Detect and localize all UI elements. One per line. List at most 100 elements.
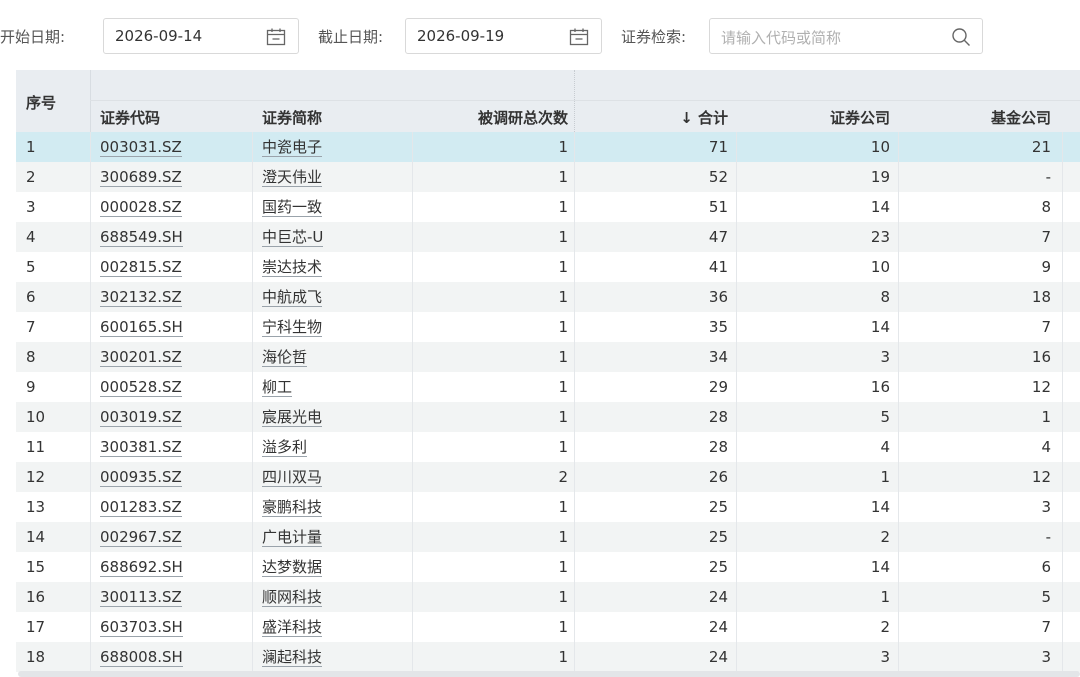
security-name-link[interactable]: 柳工 xyxy=(262,378,293,397)
cell-code[interactable]: 688692.SH xyxy=(100,552,250,582)
table-row[interactable]: 18 688008.SH 澜起科技 1 24 3 3 xyxy=(16,642,1080,672)
cell-name[interactable]: 顺网科技 xyxy=(262,582,402,612)
cell-code[interactable]: 002815.SZ xyxy=(100,252,250,282)
security-code-link[interactable]: 688692.SH xyxy=(100,558,183,577)
cell-name[interactable]: 豪鹏科技 xyxy=(262,492,402,522)
security-code-link[interactable]: 300201.SZ xyxy=(100,348,182,367)
table-row[interactable]: 13 001283.SZ 豪鹏科技 1 25 14 3 xyxy=(16,492,1080,522)
start-date-input[interactable]: 2026-09-14 xyxy=(103,18,299,54)
security-code-link[interactable]: 300381.SZ xyxy=(100,438,182,457)
cell-name[interactable]: 崇达技术 xyxy=(262,252,402,282)
cell-name[interactable]: 盛洋科技 xyxy=(262,612,402,642)
cell-name[interactable]: 柳工 xyxy=(262,372,402,402)
security-code-link[interactable]: 002967.SZ xyxy=(100,528,182,547)
cell-code[interactable]: 300381.SZ xyxy=(100,432,250,462)
cell-name[interactable]: 宸展光电 xyxy=(262,402,402,432)
header-code[interactable]: 证券代码 xyxy=(100,107,160,128)
header-broker[interactable]: 证券公司 xyxy=(736,107,890,128)
table-row[interactable]: 1 003031.SZ 中瓷电子 1 71 10 21 xyxy=(16,132,1080,162)
security-name-link[interactable]: 中瓷电子 xyxy=(262,138,323,157)
security-name-link[interactable]: 宁科生物 xyxy=(262,318,323,337)
cell-code[interactable]: 000935.SZ xyxy=(100,462,250,492)
security-code-link[interactable]: 603703.SH xyxy=(100,618,183,637)
table-row[interactable]: 8 300201.SZ 海伦哲 1 34 3 16 xyxy=(16,342,1080,372)
table-row[interactable]: 4 688549.SH 中巨芯-U 1 47 23 7 xyxy=(16,222,1080,252)
table-row[interactable]: 17 603703.SH 盛洋科技 1 24 2 7 xyxy=(16,612,1080,642)
calendar-icon[interactable] xyxy=(265,26,287,48)
security-code-link[interactable]: 003019.SZ xyxy=(100,408,182,427)
cell-code[interactable]: 688008.SH xyxy=(100,642,250,672)
cell-name[interactable]: 四川双马 xyxy=(262,462,402,492)
security-code-link[interactable]: 302132.SZ xyxy=(100,288,182,307)
security-name-link[interactable]: 广电计量 xyxy=(262,528,323,547)
table-row[interactable]: 12 000935.SZ 四川双马 2 26 1 12 xyxy=(16,462,1080,492)
security-code-link[interactable]: 000528.SZ xyxy=(100,378,182,397)
security-name-link[interactable]: 溢多利 xyxy=(262,438,308,457)
security-name-link[interactable]: 中航成飞 xyxy=(262,288,323,307)
search-input[interactable]: 请输入代码或简称 xyxy=(709,18,983,54)
security-name-link[interactable]: 盛洋科技 xyxy=(262,618,323,637)
calendar-icon[interactable] xyxy=(568,26,590,48)
cell-name[interactable]: 溢多利 xyxy=(262,432,402,462)
cell-name[interactable]: 宁科生物 xyxy=(262,312,402,342)
security-name-link[interactable]: 澜起科技 xyxy=(262,648,323,667)
cell-name[interactable]: 澄天伟业 xyxy=(262,162,402,192)
table-row[interactable]: 10 003019.SZ 宸展光电 1 28 5 1 xyxy=(16,402,1080,432)
cell-code[interactable]: 003019.SZ xyxy=(100,402,250,432)
security-name-link[interactable]: 达梦数据 xyxy=(262,558,323,577)
security-code-link[interactable]: 688549.SH xyxy=(100,228,183,247)
security-name-link[interactable]: 四川双马 xyxy=(262,468,323,487)
security-name-link[interactable]: 崇达技术 xyxy=(262,258,323,277)
security-code-link[interactable]: 300689.SZ xyxy=(100,168,182,187)
table-row[interactable]: 7 600165.SH 宁科生物 1 35 14 7 xyxy=(16,312,1080,342)
cell-code[interactable]: 001283.SZ xyxy=(100,492,250,522)
cell-name[interactable]: 达梦数据 xyxy=(262,552,402,582)
cell-code[interactable]: 300113.SZ xyxy=(100,582,250,612)
cell-code[interactable]: 300689.SZ xyxy=(100,162,250,192)
cell-name[interactable]: 国药一致 xyxy=(262,192,402,222)
security-code-link[interactable]: 002815.SZ xyxy=(100,258,182,277)
table-row[interactable]: 6 302132.SZ 中航成飞 1 36 8 18 xyxy=(16,282,1080,312)
security-name-link[interactable]: 中巨芯-U xyxy=(262,228,324,247)
search-icon[interactable] xyxy=(950,26,972,48)
cell-name[interactable]: 广电计量 xyxy=(262,522,402,552)
security-code-link[interactable]: 001283.SZ xyxy=(100,498,182,517)
table-row[interactable]: 15 688692.SH 达梦数据 1 25 14 6 xyxy=(16,552,1080,582)
security-code-link[interactable]: 000028.SZ xyxy=(100,198,182,217)
security-code-link[interactable]: 688008.SH xyxy=(100,648,183,667)
table-row[interactable]: 5 002815.SZ 崇达技术 1 41 10 9 xyxy=(16,252,1080,282)
security-code-link[interactable]: 003031.SZ xyxy=(100,138,182,157)
end-date-input[interactable]: 2026-09-19 xyxy=(405,18,602,54)
cell-name[interactable]: 海伦哲 xyxy=(262,342,402,372)
security-name-link[interactable]: 国药一致 xyxy=(262,198,323,217)
security-name-link[interactable]: 海伦哲 xyxy=(262,348,308,367)
table-row[interactable]: 9 000528.SZ 柳工 1 29 16 12 xyxy=(16,372,1080,402)
cell-code[interactable]: 302132.SZ xyxy=(100,282,250,312)
header-fund[interactable]: 基金公司 xyxy=(896,107,1051,128)
security-code-link[interactable]: 300113.SZ xyxy=(100,588,182,607)
cell-code[interactable]: 300201.SZ xyxy=(100,342,250,372)
security-name-link[interactable]: 宸展光电 xyxy=(262,408,323,427)
security-code-link[interactable]: 600165.SH xyxy=(100,318,183,337)
cell-code[interactable]: 002967.SZ xyxy=(100,522,250,552)
header-research-times[interactable]: 被调研总次数 xyxy=(412,107,568,128)
table-row[interactable]: 3 000028.SZ 国药一致 1 51 14 8 xyxy=(16,192,1080,222)
table-row[interactable]: 16 300113.SZ 顺网科技 1 24 1 5 xyxy=(16,582,1080,612)
security-name-link[interactable]: 顺网科技 xyxy=(262,588,323,607)
cell-name[interactable]: 中巨芯-U xyxy=(262,222,402,252)
cell-code[interactable]: 600165.SH xyxy=(100,312,250,342)
cell-code[interactable]: 003031.SZ xyxy=(100,132,250,162)
cell-code[interactable]: 000528.SZ xyxy=(100,372,250,402)
cell-name[interactable]: 中瓷电子 xyxy=(262,132,402,162)
security-code-link[interactable]: 000935.SZ xyxy=(100,468,182,487)
header-total-sorted[interactable]: ↓ 合计 xyxy=(576,107,728,128)
cell-code[interactable]: 000028.SZ xyxy=(100,192,250,222)
security-name-link[interactable]: 豪鹏科技 xyxy=(262,498,323,517)
cell-code[interactable]: 688549.SH xyxy=(100,222,250,252)
cell-name[interactable]: 中航成飞 xyxy=(262,282,402,312)
cell-name[interactable]: 澜起科技 xyxy=(262,642,402,672)
cell-code[interactable]: 603703.SH xyxy=(100,612,250,642)
header-name[interactable]: 证券简称 xyxy=(262,107,322,128)
security-name-link[interactable]: 澄天伟业 xyxy=(262,168,323,187)
horizontal-scrollbar[interactable] xyxy=(18,671,1080,677)
